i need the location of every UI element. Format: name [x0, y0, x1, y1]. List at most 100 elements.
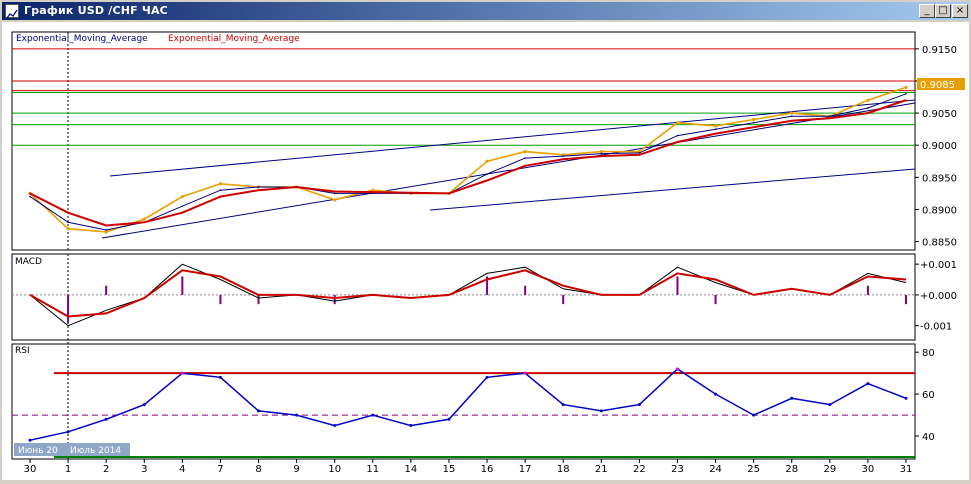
rsi-point	[561, 403, 565, 407]
ema-fast-line-point	[905, 93, 907, 95]
ema-fast-line-point	[752, 121, 755, 124]
rsi-point	[485, 375, 489, 379]
price-line-point	[218, 182, 223, 186]
price-line-point	[790, 111, 794, 115]
rsi-point	[675, 367, 679, 371]
price-axis: 0.91500.91000.90500.90000.89500.89000.88…	[915, 45, 957, 249]
time-tick-label: 30	[862, 464, 875, 475]
macd-tick-label: +0.001	[920, 260, 957, 271]
rsi-tick-label: 40	[922, 432, 935, 443]
current-price-label: 0.9085	[920, 80, 955, 91]
rsi-point	[637, 403, 641, 407]
minimize-button[interactable]: _	[919, 4, 935, 18]
time-tick-label: 3	[141, 464, 147, 475]
rsi-point	[28, 438, 32, 442]
ema-slow-line-point	[29, 192, 31, 195]
price-line-point	[523, 150, 527, 154]
ema-fast-line-point	[714, 128, 717, 130]
ema-slow-line-point	[181, 211, 184, 214]
time-tick-label: 1	[65, 464, 71, 475]
ema-fast-line-point	[600, 152, 603, 155]
time-tick-label: 4	[179, 464, 185, 475]
time-tick-label: 11	[366, 464, 379, 475]
rsi-point	[828, 403, 832, 407]
ema-slow-line-point	[524, 164, 526, 167]
rsi-point	[523, 371, 527, 375]
maximize-button[interactable]: □	[935, 4, 951, 18]
ema-slow-line-point	[829, 117, 831, 120]
chart-window: График USD /CHF ЧАС _ □ × Exponential_Mo…	[0, 0, 971, 482]
price-tick-label: 0.9150	[922, 45, 957, 56]
ema-fast-line-point	[638, 152, 641, 154]
rsi-tick-label: 60	[922, 390, 935, 401]
rsi-point	[333, 424, 337, 428]
ema-fast-line-point	[257, 186, 260, 188]
macd-pane[interactable]	[11, 253, 916, 341]
macd-tick-label: +0.000	[920, 291, 957, 302]
ema-fast-line-point	[219, 189, 222, 191]
time-tick-label: 23	[671, 464, 684, 475]
close-icon: ×	[955, 5, 965, 16]
time-tick-label: 7	[217, 464, 223, 475]
time-tick-label: 17	[519, 464, 532, 475]
macd-label: MACD	[15, 257, 42, 267]
rsi-point	[257, 409, 261, 413]
rsi-axis: 80 60 40	[915, 348, 935, 443]
rsi-point	[866, 382, 870, 386]
ema-slow-line-point	[257, 189, 260, 191]
ema-fast-line-point	[181, 205, 184, 208]
ema-fast-line-point	[829, 115, 831, 118]
time-tick-label: 30	[24, 464, 37, 475]
chart-svg[interactable]: Exponential_Moving_Average Exponential_M…	[2, 22, 969, 480]
ema-fast-line-point	[333, 192, 336, 195]
ema-fast-line-point	[67, 221, 69, 224]
date-tooltip-month: Июль 2014	[70, 446, 121, 456]
ema-slow-line-point	[905, 99, 907, 102]
price-line-point	[713, 124, 718, 128]
time-tick-label: 29	[823, 464, 836, 475]
ema-legend-2: Exponential_Moving_Average	[168, 34, 300, 44]
time-tick-label: 16	[481, 464, 494, 475]
rsi-tick-label: 80	[922, 348, 935, 359]
chart-area[interactable]: Exponential_Moving_Average Exponential_M…	[2, 22, 969, 480]
price-tick-label: 0.9000	[922, 141, 957, 152]
price-tick-label: 0.8900	[922, 205, 957, 216]
ema-fast-line-point	[790, 115, 793, 118]
ema-fast-line-point	[29, 195, 31, 198]
macd-tick-label: -0.001	[920, 322, 952, 333]
minimize-icon: _	[924, 5, 930, 16]
time-tick-label: 9	[293, 464, 299, 475]
time-tick-label: 8	[255, 464, 261, 475]
rsi-point	[790, 396, 794, 400]
time-tick-label: 15	[443, 464, 456, 475]
ema-legend-1: Exponential_Moving_Average	[16, 34, 148, 44]
rsi-point	[371, 413, 375, 417]
maximize-icon: □	[938, 5, 948, 16]
ema-slow-line-point	[752, 126, 755, 129]
ema-slow-line-point	[867, 112, 869, 114]
rsi-point	[295, 413, 299, 417]
time-tick-label: 28	[785, 464, 798, 475]
rsi-point	[714, 392, 718, 396]
macd-axis: +0.001 +0.000 -0.001	[915, 260, 957, 333]
ema-slow-line-point	[295, 186, 298, 188]
ema-fast-line-point	[105, 229, 107, 231]
rsi-point	[409, 424, 413, 428]
title-bar[interactable]: График USD /CHF ЧАС _ □ ×	[2, 2, 969, 20]
rsi-label: RSI	[15, 346, 30, 356]
price-tick-label: 0.9050	[922, 109, 957, 120]
price-line-point	[142, 217, 146, 221]
time-tick-label: 21	[595, 464, 608, 475]
time-axis: 30 1 2 3 4 7 8 9 10 11 14 15 16 17 18 21 22 23 24 25 28 29 30 3…	[24, 459, 912, 475]
ema-slow-line-point	[790, 120, 793, 122]
time-tick-label: 10	[328, 464, 341, 475]
rsi-point	[752, 413, 756, 417]
time-tick-label: 2	[103, 464, 109, 475]
ema-slow-line-point	[143, 221, 146, 224]
close-button[interactable]: ×	[952, 4, 968, 18]
price-line-point	[485, 159, 489, 163]
price-line-point	[333, 198, 337, 202]
ema-slow-line-point	[600, 155, 603, 157]
date-tooltip-prev: Июнь 20	[18, 446, 58, 456]
rsi-point	[104, 417, 108, 421]
